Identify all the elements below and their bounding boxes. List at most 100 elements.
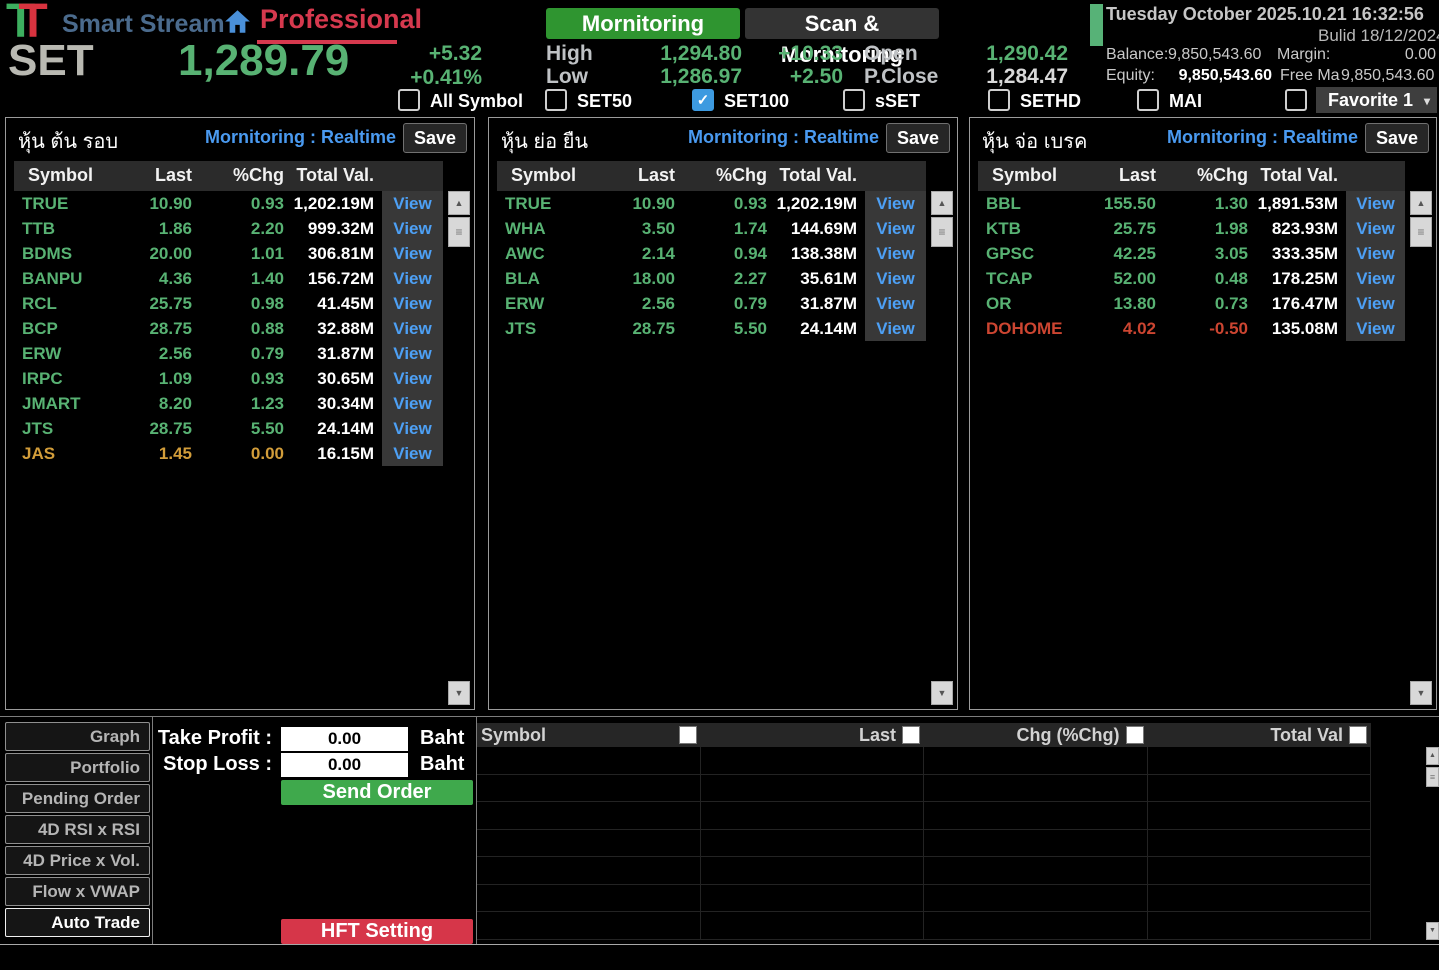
brand-name: Smart Stream	[62, 10, 225, 39]
sidebar-tab-graph[interactable]: Graph	[5, 722, 150, 751]
panel-scrollbar[interactable]: ▲≡ ▼	[1410, 191, 1432, 705]
view-button[interactable]: View	[865, 191, 926, 216]
panel-scrollbar[interactable]: ▲≡ ▼	[448, 191, 470, 705]
checkbox-sethd[interactable]	[988, 89, 1010, 111]
scrollbar-thumb[interactable]: ≡	[1410, 217, 1432, 247]
sidebar-tab-auto-trade[interactable]: Auto Trade	[5, 908, 150, 937]
symbol-cell: AWC	[505, 244, 545, 264]
checkbox-all-symbol[interactable]	[398, 89, 420, 111]
view-button[interactable]: View	[382, 216, 443, 241]
watch-empty-cell	[924, 802, 1148, 829]
scrollbar-thumb[interactable]: ≡	[1426, 767, 1439, 787]
view-button[interactable]: View	[382, 416, 443, 441]
view-button[interactable]: View	[1346, 191, 1405, 216]
monitoring-status-link[interactable]: Mornitoring : Realtime	[1167, 127, 1358, 148]
view-button[interactable]: View	[865, 266, 926, 291]
checkbox-watch-chg-chg[interactable]	[1126, 726, 1144, 744]
sidebar-tab-4d-price-x-vol[interactable]: 4D Price x Vol.	[5, 846, 150, 875]
save-button[interactable]: Save	[886, 123, 950, 153]
sidebar-tab-portfolio[interactable]: Portfolio	[5, 753, 150, 782]
monitoring-status-link[interactable]: Mornitoring : Realtime	[688, 127, 879, 148]
last-cell: 28.75	[104, 419, 192, 439]
monitoring-status-link[interactable]: Mornitoring : Realtime	[205, 127, 396, 148]
view-button[interactable]: View	[382, 291, 443, 316]
checkbox-sset[interactable]	[843, 89, 865, 111]
view-button[interactable]: View	[382, 391, 443, 416]
checkbox-watch-last[interactable]	[902, 726, 920, 744]
scroll-down-button[interactable]: ▼	[1410, 681, 1432, 705]
watch-table-scrollbar[interactable]: ▲ ≡ ▼	[1426, 747, 1439, 940]
total-val-cell: 1,891.53M	[1236, 194, 1338, 214]
view-button[interactable]: View	[865, 291, 926, 316]
scroll-down-button[interactable]: ▼	[1426, 922, 1439, 940]
watch-column-total-val: Total Val	[1148, 723, 1372, 747]
home-icon[interactable]	[224, 8, 251, 35]
view-button[interactable]: View	[865, 316, 926, 341]
scan-monitoring-button[interactable]: Scan & Mornitoring	[745, 8, 939, 39]
last-cell: 1.86	[104, 219, 192, 239]
view-button[interactable]: View	[382, 341, 443, 366]
panel-scrollbar[interactable]: ▲≡ ▼	[931, 191, 953, 705]
total-val-cell: 35.61M	[755, 269, 857, 289]
index-value: 1,289.79	[178, 36, 349, 86]
scrollbar-track[interactable]	[931, 247, 953, 681]
checkbox-favorite[interactable]	[1285, 89, 1307, 111]
scroll-up-button[interactable]: ▲	[931, 191, 953, 215]
send-order-button[interactable]: Send Order	[281, 780, 473, 805]
view-button[interactable]: View	[382, 441, 443, 466]
view-button[interactable]: View	[382, 241, 443, 266]
scroll-down-button[interactable]: ▼	[931, 681, 953, 705]
total-val-cell: 1,202.19M	[272, 194, 374, 214]
table-row-banpu: BANPU4.361.40156.72MView	[14, 266, 443, 291]
scroll-up-button[interactable]: ▲	[1426, 747, 1439, 765]
favorite-dropdown[interactable]: Favorite 1▾	[1316, 87, 1437, 113]
sidebar-tab-4d-rsi-x-rsi[interactable]: 4D RSI x RSI	[5, 815, 150, 844]
checkbox-set100[interactable]: ✓	[692, 89, 714, 111]
take-profit-input[interactable]	[281, 727, 408, 751]
scrollbar-thumb[interactable]: ≡	[931, 217, 953, 247]
view-button[interactable]: View	[1346, 266, 1405, 291]
mode-link[interactable]: Professional	[260, 4, 422, 35]
monitoring-button[interactable]: Mornitoring	[546, 8, 740, 39]
total-val-cell: 176.47M	[1236, 294, 1338, 314]
chevron-down-icon: ▾	[1424, 88, 1430, 114]
stop-loss-currency: Baht	[420, 753, 464, 776]
sidebar-tab-pending-order[interactable]: Pending Order	[5, 784, 150, 813]
hft-setting-button[interactable]: HFT Setting	[281, 919, 473, 944]
view-button[interactable]: View	[382, 266, 443, 291]
save-button[interactable]: Save	[403, 123, 467, 153]
scroll-up-button[interactable]: ▲	[1410, 191, 1432, 215]
view-button[interactable]: View	[1346, 216, 1405, 241]
symbol-cell: DOHOME	[986, 319, 1063, 339]
checkbox-set50[interactable]	[545, 89, 567, 111]
scrollbar-thumb[interactable]: ≡	[448, 217, 470, 247]
view-button[interactable]: View	[382, 316, 443, 341]
checkbox-watch-symbol[interactable]	[679, 726, 697, 744]
watch-empty-row	[477, 747, 1371, 775]
scrollbar-track[interactable]	[1410, 247, 1432, 681]
view-button[interactable]: View	[865, 241, 926, 266]
connection-status-bar	[1090, 4, 1103, 46]
scroll-down-button[interactable]: ▼	[448, 681, 470, 705]
panel-title: หุ้น จ่อ เบรค	[982, 125, 1087, 157]
open-value: 1,290.42	[955, 42, 1068, 66]
table-row-true: TRUE10.900.931,202.19MView	[497, 191, 926, 216]
total-val-cell: 24.14M	[272, 419, 374, 439]
stop-loss-input[interactable]	[281, 753, 408, 777]
checkbox-mai[interactable]	[1137, 89, 1159, 111]
view-button[interactable]: View	[865, 216, 926, 241]
sidebar-tab-flow-x-vwap[interactable]: Flow x VWAP	[5, 877, 150, 906]
view-button[interactable]: View	[1346, 291, 1405, 316]
panel-3: หุ้น จ่อ เบรคMornitoring : RealtimeSaveS…	[969, 117, 1437, 710]
view-button[interactable]: View	[382, 191, 443, 216]
scrollbar-track[interactable]	[1426, 787, 1439, 922]
save-button[interactable]: Save	[1365, 123, 1429, 153]
view-button[interactable]: View	[382, 366, 443, 391]
panel-2: หุ้น ย่อ ยืนMornitoring : RealtimeSaveSy…	[488, 117, 958, 710]
view-button[interactable]: View	[1346, 241, 1405, 266]
scrollbar-track[interactable]	[448, 247, 470, 681]
view-button[interactable]: View	[1346, 316, 1405, 341]
scroll-up-button[interactable]: ▲	[448, 191, 470, 215]
symbol-cell: GPSC	[986, 244, 1034, 264]
checkbox-watch-total-val[interactable]	[1349, 726, 1367, 744]
